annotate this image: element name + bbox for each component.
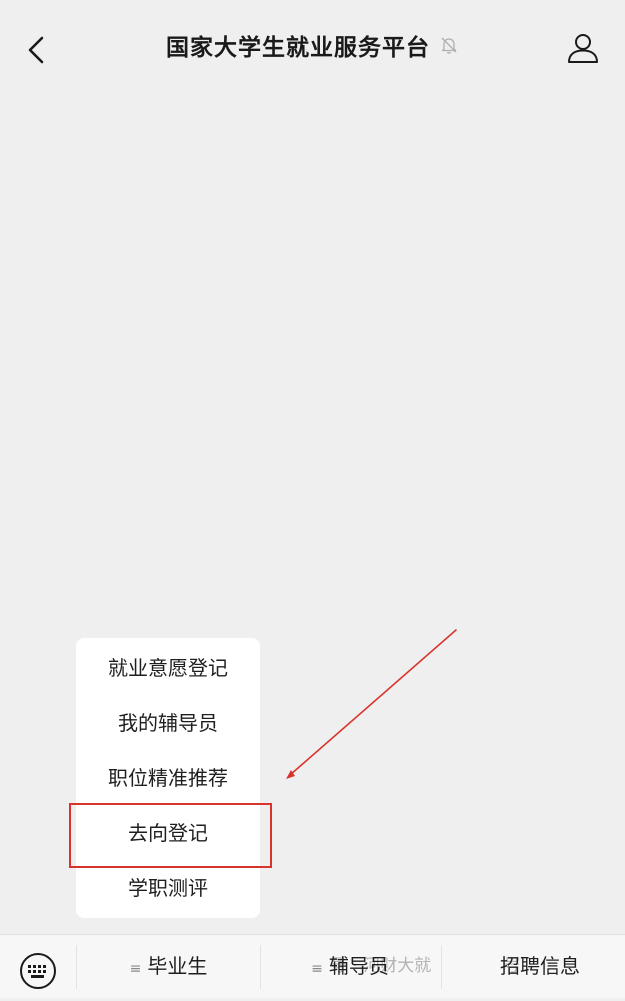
menu-jobs-info-button[interactable]: 招聘信息 [490, 935, 590, 998]
keyboard-icon [20, 953, 56, 989]
bottom-menu-bar: ≡ 毕业生 号 · 河财大就号 ≡ 辅导员 招聘信息 [0, 934, 625, 998]
menu-counselor-button[interactable]: ≡ 辅导员 [295, 935, 405, 998]
menu-item-employment-intention[interactable]: 就业意愿登记 [76, 640, 260, 696]
menu-divider [441, 945, 442, 989]
annotation-arrow-line [289, 629, 457, 776]
submenu-popup: 就业意愿登记 我的辅导员 职位精准推荐 去向登记 学职测评 [76, 638, 260, 918]
menu-graduate-button[interactable]: ≡ 毕业生 [77, 935, 260, 998]
menu-item-my-counselor[interactable]: 我的辅导员 [76, 695, 260, 751]
menu-jobs-info-label: 招聘信息 [500, 954, 580, 978]
chat-header: 国家大学生就业服务平台 [0, 0, 625, 100]
user-icon [568, 34, 598, 63]
menu-graduate-label: 毕业生 [147, 954, 208, 978]
menu-counselor-label: 辅导员 [328, 954, 389, 978]
menu-lines-icon: ≡ [311, 961, 323, 977]
annotation-arrow-head [286, 770, 295, 779]
page-title: 国家大学生就业服务平台 [165, 35, 430, 61]
title-area: 国家大学生就业服务平台 [0, 28, 625, 62]
menu-item-career-assessment[interactable]: 学职测评 [76, 860, 260, 916]
muted-bell-icon [439, 35, 459, 55]
menu-divider [260, 945, 261, 989]
menu-item-destination-registration[interactable]: 去向登记 [76, 805, 260, 861]
keyboard-toggle-button[interactable] [18, 951, 58, 991]
menu-item-job-recommendation[interactable]: 职位精准推荐 [76, 750, 260, 806]
profile-button[interactable] [565, 30, 601, 66]
menu-lines-icon: ≡ [129, 961, 142, 977]
